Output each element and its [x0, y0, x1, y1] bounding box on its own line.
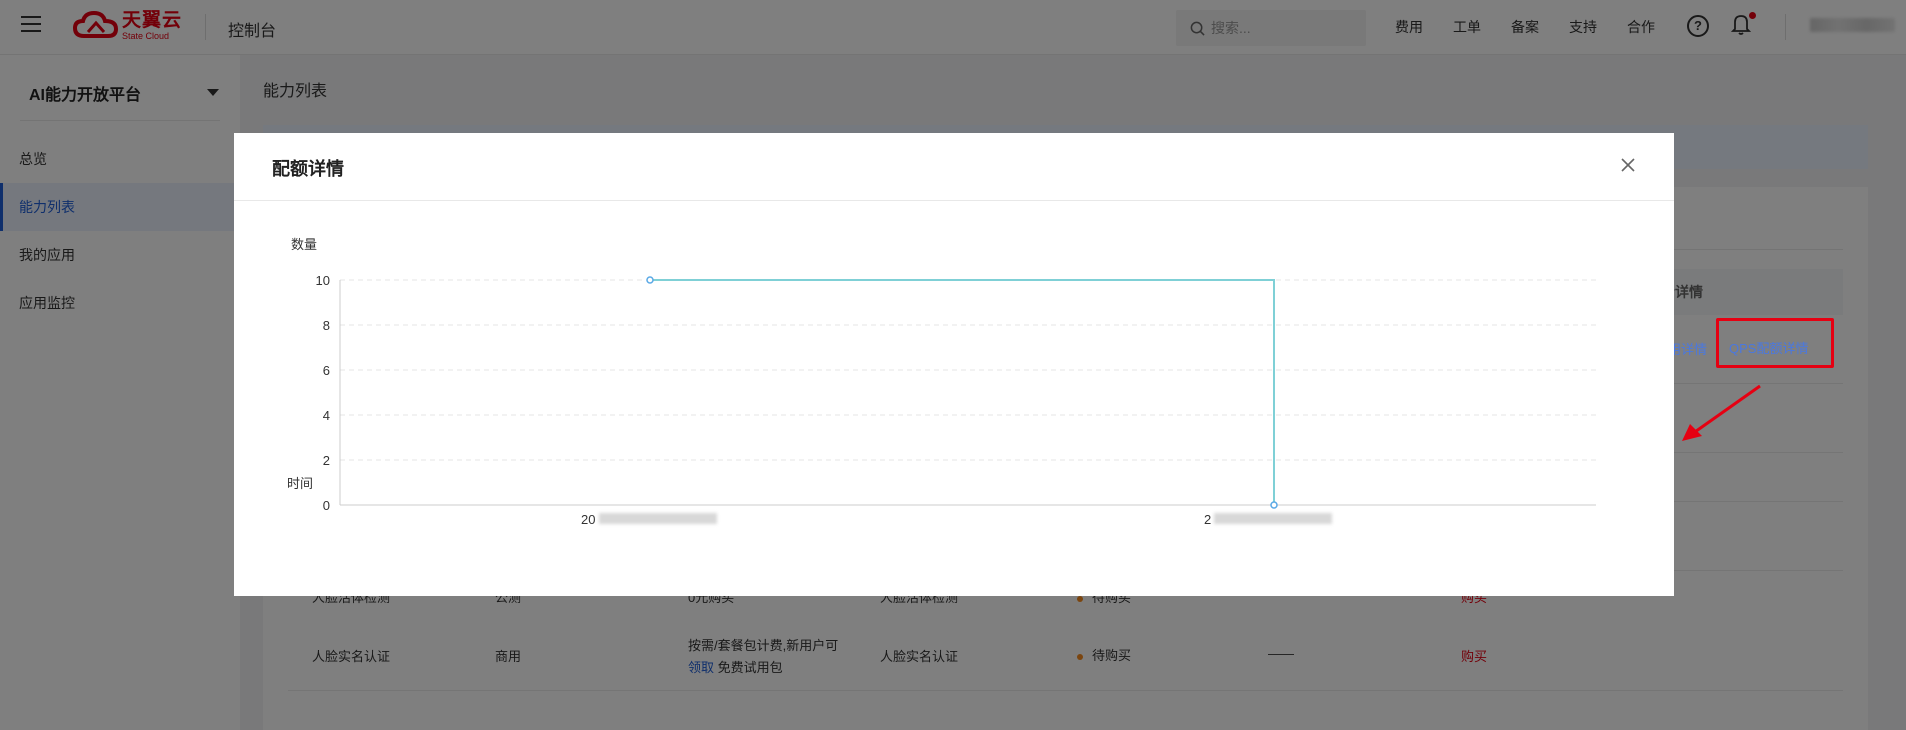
close-icon[interactable] [1616, 153, 1640, 177]
y-tick-label: 8 [323, 318, 330, 333]
qps-quota-details-link[interactable]: QPS配额详情 [1729, 338, 1808, 357]
x-tick-label: 20 [581, 512, 595, 527]
series-line [650, 279, 1275, 505]
y-tick-label: 4 [323, 408, 330, 423]
quota-details-modal: 配额详情 数量 时间 0 2 4 6 8 10 20 2 [234, 133, 1674, 596]
data-point [1270, 501, 1278, 509]
arrow-icon [1682, 384, 1761, 441]
redacted-date [599, 513, 717, 524]
y-tick-label: 6 [323, 363, 330, 378]
x-tick-label: 2 [1204, 512, 1211, 527]
y-tick-label: 2 [323, 453, 330, 468]
quota-chart: 数量 时间 0 2 4 6 8 10 20 2 [287, 237, 1596, 527]
modal-title: 配额详情 [272, 159, 344, 179]
x-axis-label: 时间 [287, 476, 313, 491]
data-point [646, 276, 654, 284]
y-axis-label: 数量 [291, 237, 317, 252]
y-tick-label: 0 [323, 498, 330, 513]
redacted-date [1214, 513, 1332, 524]
y-tick-label: 10 [316, 273, 330, 288]
